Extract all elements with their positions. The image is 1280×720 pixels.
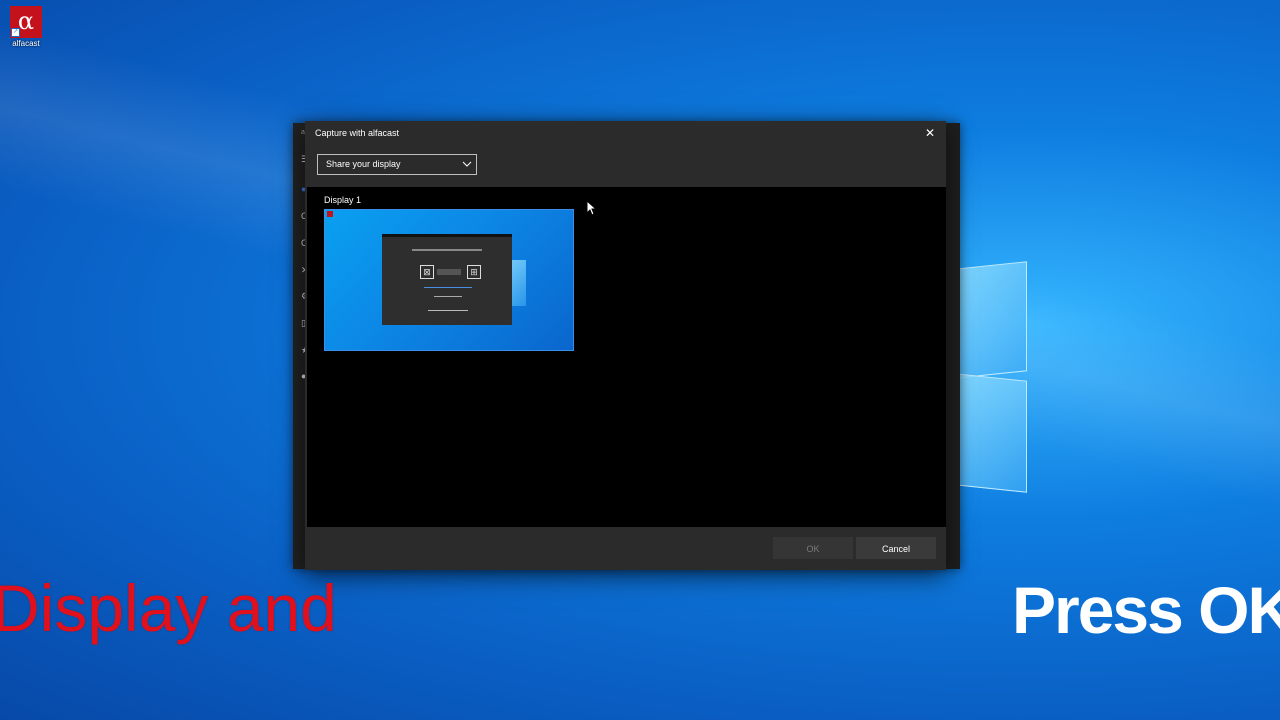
- thumbnail-link-line: [424, 287, 472, 288]
- display-list-panel: Display 1 ⊠ ⊞: [307, 187, 946, 527]
- thumbnail-box-icon-1: ⊠: [420, 265, 434, 279]
- display-1-label: Display 1: [324, 195, 362, 205]
- shortcut-arrow-icon: ↗: [11, 28, 20, 37]
- thumbnail-app-window: ⊠ ⊞: [382, 234, 512, 325]
- mouse-cursor-icon: [586, 200, 596, 216]
- dialog-title: Capture with alfacast: [315, 128, 400, 138]
- ok-button[interactable]: OK: [773, 537, 853, 559]
- thumbnail-box-icon-2: ⊞: [467, 265, 481, 279]
- capture-source-select[interactable]: Share your display: [317, 154, 477, 175]
- capture-source-value: Share your display: [326, 159, 401, 169]
- capture-dialog: Capture with alfacast ✕ Share your displ…: [305, 121, 946, 570]
- windows-logo-wallpaper: [955, 255, 1030, 495]
- desktop: α ↗ alfacast a ☰ ● C C ✕ ⚙ ▯ ★ ● Capture…: [0, 0, 1280, 720]
- caption-left: Display and: [0, 571, 337, 645]
- caption-right: Press OK: [1012, 573, 1280, 647]
- cancel-button[interactable]: Cancel: [856, 537, 936, 559]
- thumbnail-text-line-2: [434, 296, 462, 297]
- windows-pane-top: [955, 261, 1027, 379]
- desktop-icon-label: alfacast: [12, 39, 40, 48]
- windows-pane-bottom: [955, 373, 1027, 493]
- alfacast-glyph: α: [17, 7, 35, 35]
- close-icon[interactable]: ✕: [922, 125, 938, 141]
- thumbnail-text-line-3: [428, 310, 468, 311]
- thumbnail-alfacast-icon: [327, 211, 333, 217]
- alfacast-icon: α ↗: [10, 6, 42, 38]
- display-1-thumbnail[interactable]: ⊠ ⊞: [324, 209, 574, 351]
- alfacast-desktop-shortcut[interactable]: α ↗ alfacast: [6, 6, 46, 48]
- thumbnail-button: [437, 269, 461, 275]
- thumbnail-windows-logo: [512, 260, 526, 306]
- thumbnail-text-line: [412, 249, 482, 251]
- chevron-down-icon: [462, 161, 472, 167]
